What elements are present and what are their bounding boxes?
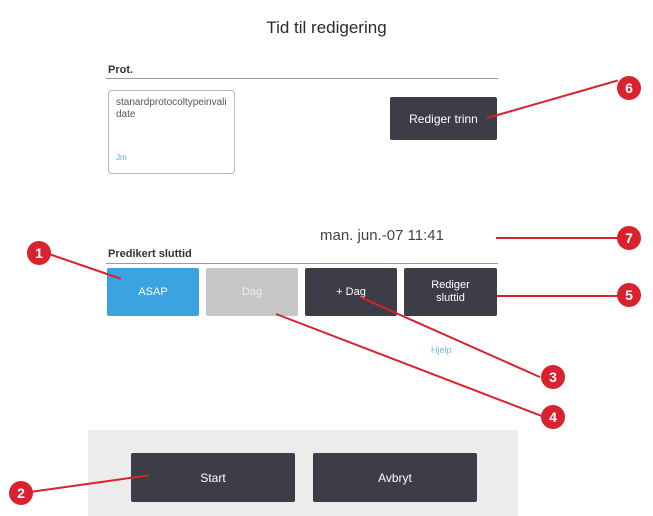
protocol-selector[interactable]: stanardprotocoltypeinvalidate Jm — [108, 90, 235, 174]
callout-badge-3: 3 — [541, 365, 565, 389]
edit-endtime-button[interactable]: Rediger sluttid — [404, 268, 497, 316]
callout-badge-7: 7 — [617, 226, 641, 250]
edit-steps-button[interactable]: Rediger trinn — [390, 97, 497, 140]
callout-badge-5: 5 — [617, 283, 641, 307]
cancel-button[interactable]: Avbryt — [313, 453, 477, 502]
protocol-small-text: Jm — [116, 153, 127, 162]
callout-line-7 — [496, 237, 626, 239]
predicted-endtime-label: Predikert sluttid — [108, 248, 192, 260]
start-button[interactable]: Start — [131, 453, 295, 502]
endtime-divider — [106, 263, 498, 264]
page-title: Tid til redigering — [266, 18, 387, 37]
callout-badge-1: 1 — [27, 241, 51, 265]
protocol-divider — [106, 78, 498, 79]
asap-button[interactable]: ASAP — [107, 268, 199, 316]
callout-line-5 — [497, 295, 619, 297]
help-link[interactable]: Hjelp — [431, 345, 452, 355]
predicted-endtime-value: man. jun.-07 11:41 — [320, 227, 444, 244]
day-button[interactable]: Dag — [206, 268, 298, 316]
callout-line-4 — [275, 313, 549, 420]
protocol-name: stanardprotocoltypeinvalidate — [116, 97, 227, 120]
callout-badge-6: 6 — [617, 76, 641, 100]
callout-line-6 — [486, 79, 619, 119]
callout-badge-2: 2 — [9, 481, 33, 505]
protocol-label: Prot. — [108, 64, 134, 76]
callout-badge-4: 4 — [541, 405, 565, 429]
